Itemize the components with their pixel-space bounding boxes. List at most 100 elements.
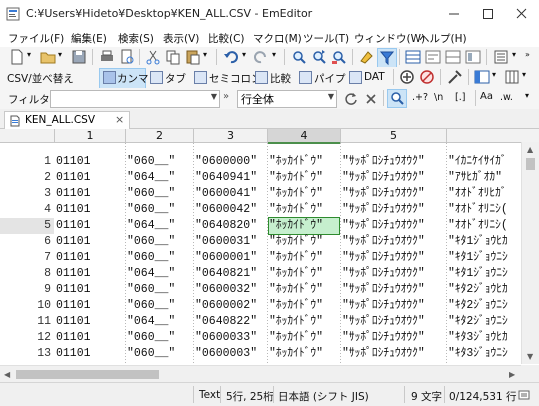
column-header-3[interactable]: 3 xyxy=(194,129,268,143)
grid-cell[interactable]: "ｲｶﾆｹｲｻｲｶﾞ xyxy=(448,154,526,170)
highlight-icon[interactable] xyxy=(358,48,376,66)
row-number[interactable]: 4 xyxy=(0,202,54,218)
scroll-right-arrow-icon[interactable]: ▶ xyxy=(509,370,515,379)
menu-search[interactable]: 検索(S) xyxy=(118,31,154,46)
grid-cell[interactable]: "ｷﾀ3ｼﾞｮｳﾋｶ xyxy=(448,330,526,346)
column-layout-icon[interactable] xyxy=(473,68,491,86)
grid-cell[interactable]: 01101 xyxy=(56,202,124,218)
grid-cell[interactable]: "0600041" xyxy=(195,186,266,202)
undo-icon[interactable] xyxy=(222,48,240,66)
horizontal-scroll-thumb[interactable] xyxy=(16,370,159,379)
menu-window[interactable]: ウィンドウ(W) xyxy=(354,31,425,46)
tab-grid-icon[interactable] xyxy=(150,71,163,84)
grid-cell[interactable]: "ｷﾀ2ｼﾞｮｳﾋｶ xyxy=(448,282,526,298)
new-dropdown-arrow-icon[interactable]: ▾ xyxy=(27,50,31,59)
menu-file[interactable]: ファイル(F) xyxy=(8,31,64,46)
tools-icon[interactable] xyxy=(446,68,464,86)
close-button[interactable] xyxy=(505,0,539,28)
newline-option-button[interactable]: \n xyxy=(434,92,443,103)
filter-history-dropdown-icon[interactable]: ▼ xyxy=(211,92,217,101)
grid-cell[interactable]: "ﾎｯｶｲﾄﾞｳ" xyxy=(269,314,339,330)
find-next-icon[interactable] xyxy=(310,48,328,66)
table-row[interactable]: 13 01101 "060__" "0600003" "ﾎｯｶｲﾄﾞｳ" "ｻｯﾎﾟﾛｼﾁ… xyxy=(0,346,530,362)
grid-cell[interactable]: 01101 xyxy=(56,170,124,186)
grid-cell[interactable]: 01101 xyxy=(56,282,124,298)
open-dropdown-arrow-icon[interactable]: ▾ xyxy=(58,50,62,59)
grid-cell[interactable]: "ｻｯﾎﾟﾛｼﾁｭｳｵｳｸ" xyxy=(342,186,445,202)
grid-cell[interactable]: 01101 xyxy=(56,186,124,202)
status-encoding[interactable]: 日本語 (シフト JIS) xyxy=(278,389,369,404)
grid-cell[interactable]: "ﾎｯｶｲﾄﾞｳ" xyxy=(269,186,339,202)
grid-cell[interactable]: 01101 xyxy=(56,298,124,314)
whole-word-button[interactable]: .w. xyxy=(500,92,513,103)
row-number[interactable]: 13 xyxy=(0,346,54,362)
grid-cell[interactable]: "0600003" xyxy=(195,346,266,362)
semicolon-grid-icon[interactable] xyxy=(194,71,207,84)
menu-edit[interactable]: 編集(E) xyxy=(71,31,107,46)
dat-button[interactable]: DAT xyxy=(364,71,385,83)
table-row[interactable]: 1 01101 "060__" "0600000" "ﾎｯｶｲﾄﾞｳ" "ｻｯﾎﾟﾛｼﾁｭ… xyxy=(0,154,530,170)
regex-option-button[interactable]: .+? xyxy=(412,92,428,103)
delete-column-icon[interactable] xyxy=(418,68,436,86)
grid-cell[interactable]: "ﾎｯｶｲﾄﾞｳ" xyxy=(269,154,339,170)
compare-grid-icon[interactable] xyxy=(255,71,268,84)
grid-cell[interactable]: "ｻｯﾎﾟﾛｼﾁｭｳｵｳｸ" xyxy=(342,218,445,234)
grid-cell[interactable]: "0600031" xyxy=(195,234,266,250)
vertical-scrollbar[interactable]: ▲ ▼ xyxy=(521,142,539,364)
toolbar-overflow-icon[interactable]: » xyxy=(525,50,530,59)
tab-button[interactable]: タブ xyxy=(165,71,186,86)
grid-cell[interactable]: "0600033" xyxy=(195,330,266,346)
grid-cell[interactable]: 01101 xyxy=(56,330,124,346)
cut-icon[interactable] xyxy=(144,48,162,66)
grid-cell[interactable]: "0640822" xyxy=(195,314,266,330)
table-row[interactable]: 10 01101 "060__" "0600002" "ﾎｯｶｲﾄﾞｳ" "ｻｯﾎﾟﾛｼﾁ… xyxy=(0,298,530,314)
grid-cell[interactable]: 01101 xyxy=(56,234,124,250)
grid-cell[interactable]: 01101 xyxy=(56,266,124,282)
grid-cell[interactable]: "ﾎｯｶｲﾄﾞｳ" xyxy=(269,250,339,266)
grid-cell[interactable]: "ﾎｯｶｲﾄﾞｳ" xyxy=(269,346,339,362)
paste-icon[interactable] xyxy=(184,48,202,66)
filter-expand-icon[interactable]: » xyxy=(223,91,229,102)
grid-cell[interactable]: "ﾎｯｶｲﾄﾞｳ" xyxy=(269,202,339,218)
grid-cell[interactable]: "ｻｯﾎﾟﾛｼﾁｭｳｵｳｸ" xyxy=(342,314,445,330)
grid-cell[interactable]: "ｻｯﾎﾟﾛｼﾁｭｳｵｳｸ" xyxy=(342,154,445,170)
document-tab[interactable]: KEN_ALL.CSV × xyxy=(4,111,130,130)
maximize-button[interactable] xyxy=(471,0,505,28)
grid-cell[interactable]: "ﾎｯｶｲﾄﾞｳ" xyxy=(269,330,339,346)
filter-scope-select[interactable]: 行全体 ▼ xyxy=(237,90,337,108)
grid-cell[interactable]: "060__" xyxy=(127,186,192,202)
column-options-dropdown-arrow-icon[interactable]: ▾ xyxy=(522,70,526,79)
new-file-icon[interactable] xyxy=(8,48,26,66)
grid-cell[interactable]: "ｷﾀ1ｼﾞｮｳﾆｼ xyxy=(448,250,526,266)
row-number[interactable]: 8 xyxy=(0,266,54,282)
menu-help[interactable]: ヘルプ(H) xyxy=(419,31,467,46)
grid-cell[interactable]: "0600001" xyxy=(195,250,266,266)
redo-dropdown-arrow-icon[interactable]: ▾ xyxy=(272,50,276,59)
row-number[interactable]: 2 xyxy=(0,170,54,186)
row-number[interactable]: 9 xyxy=(0,282,54,298)
csv-sort-button[interactable]: CSV/並べ替え xyxy=(7,71,74,86)
outline-icon[interactable] xyxy=(464,48,482,66)
compare-button[interactable]: 比較 xyxy=(270,71,291,86)
table-row[interactable]: 3 01101 "060__" "0600041" "ﾎｯｶｲﾄﾞｳ" "ｻｯﾎﾟﾛｼﾁｭ… xyxy=(0,186,530,202)
grid-cell[interactable]: "ｻｯﾎﾟﾛｼﾁｭｳｵｳｸ" xyxy=(342,234,445,250)
settings-icon[interactable] xyxy=(492,48,510,66)
csv-grid[interactable]: 1 2 3 4 5 1 01101 "060__" "0600000" "ﾎｯｶｲﾄﾞｳ… xyxy=(0,129,539,365)
row-number[interactable]: 12 xyxy=(0,330,54,346)
save-icon[interactable] xyxy=(70,48,88,66)
status-mode[interactable]: Text xyxy=(199,389,220,401)
paste-dropdown-arrow-icon[interactable]: ▾ xyxy=(203,50,207,59)
match-case-button[interactable]: Aa xyxy=(480,91,493,102)
refresh-icon[interactable] xyxy=(342,90,360,108)
grid-cell[interactable]: "0600042" xyxy=(195,202,266,218)
vertical-scroll-thumb[interactable] xyxy=(526,158,535,170)
grid-cell[interactable]: "ｷﾀ2ｼﾞｮｳﾆｼ xyxy=(448,314,526,330)
table-row[interactable]: 8 01101 "064__" "0640821" "ﾎｯｶｲﾄﾞｳ" "ｻｯﾎﾟﾛｼﾁｭ… xyxy=(0,266,530,282)
tab-close-icon[interactable]: × xyxy=(115,113,124,126)
print-icon[interactable] xyxy=(98,48,116,66)
open-folder-icon[interactable] xyxy=(39,48,57,66)
table-row[interactable]: 4 01101 "060__" "0600042" "ﾎｯｶｲﾄﾞｳ" "ｻｯﾎﾟﾛｼﾁｭ… xyxy=(0,202,530,218)
scroll-down-arrow-icon[interactable]: ▼ xyxy=(527,352,533,361)
emeditor-app-icon[interactable] xyxy=(6,7,20,21)
horizontal-scrollbar[interactable]: ◀ ▶ xyxy=(0,365,521,383)
